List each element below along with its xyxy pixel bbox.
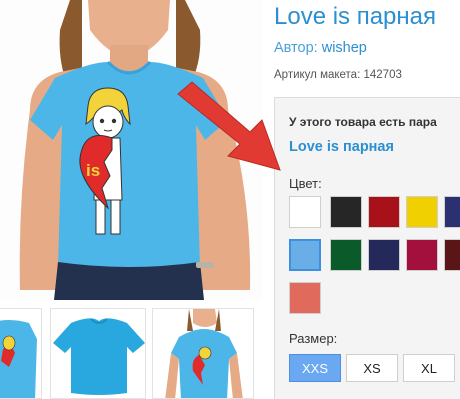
pair-product-link[interactable]: Love is парная — [289, 139, 394, 155]
print-text: is — [86, 161, 100, 180]
color-swatch-yellow[interactable] — [406, 196, 438, 228]
size-button-xxs[interactable]: XXS — [289, 354, 341, 382]
product-title: Love is парная — [274, 3, 436, 30]
color-swatch-green[interactable] — [330, 239, 362, 271]
main-product-photo[interactable]: is — [0, 0, 262, 300]
article-line: Артикул макета: 142703 — [274, 69, 402, 81]
color-swatch-coral[interactable] — [289, 282, 321, 314]
author-link[interactable]: wishep — [322, 40, 367, 56]
author-label: Автор: — [274, 40, 318, 56]
size-button-xl[interactable]: XL — [403, 354, 455, 382]
author-line: Автор: wishep — [274, 40, 367, 56]
size-label: Размер: — [289, 331, 338, 346]
color-label: Цвет: — [289, 176, 322, 191]
color-swatch-sky-blue[interactable] — [289, 239, 321, 271]
pair-notice: У этого товара есть пара — [289, 115, 437, 129]
color-swatch-burgundy[interactable] — [444, 239, 460, 271]
options-panel: У этого товара есть пара Love is парная … — [274, 97, 460, 399]
thumbnail-model[interactable] — [152, 308, 254, 399]
color-swatch-dark-blue[interactable] — [368, 239, 400, 271]
color-swatch-white[interactable] — [289, 196, 321, 228]
thumbnail-strip — [0, 300, 262, 399]
thumbnail-plain-tshirt[interactable] — [50, 308, 146, 399]
color-swatch-black[interactable] — [330, 196, 362, 228]
thumbnail-front-closeup[interactable] — [0, 308, 42, 399]
color-swatch-navy[interactable] — [444, 196, 460, 228]
article-number: 142703 — [363, 69, 402, 81]
color-swatch-crimson[interactable] — [406, 239, 438, 271]
article-label: Артикул макета: — [274, 69, 361, 81]
color-swatch-red[interactable] — [368, 196, 400, 228]
size-button-xs[interactable]: XS — [346, 354, 398, 382]
